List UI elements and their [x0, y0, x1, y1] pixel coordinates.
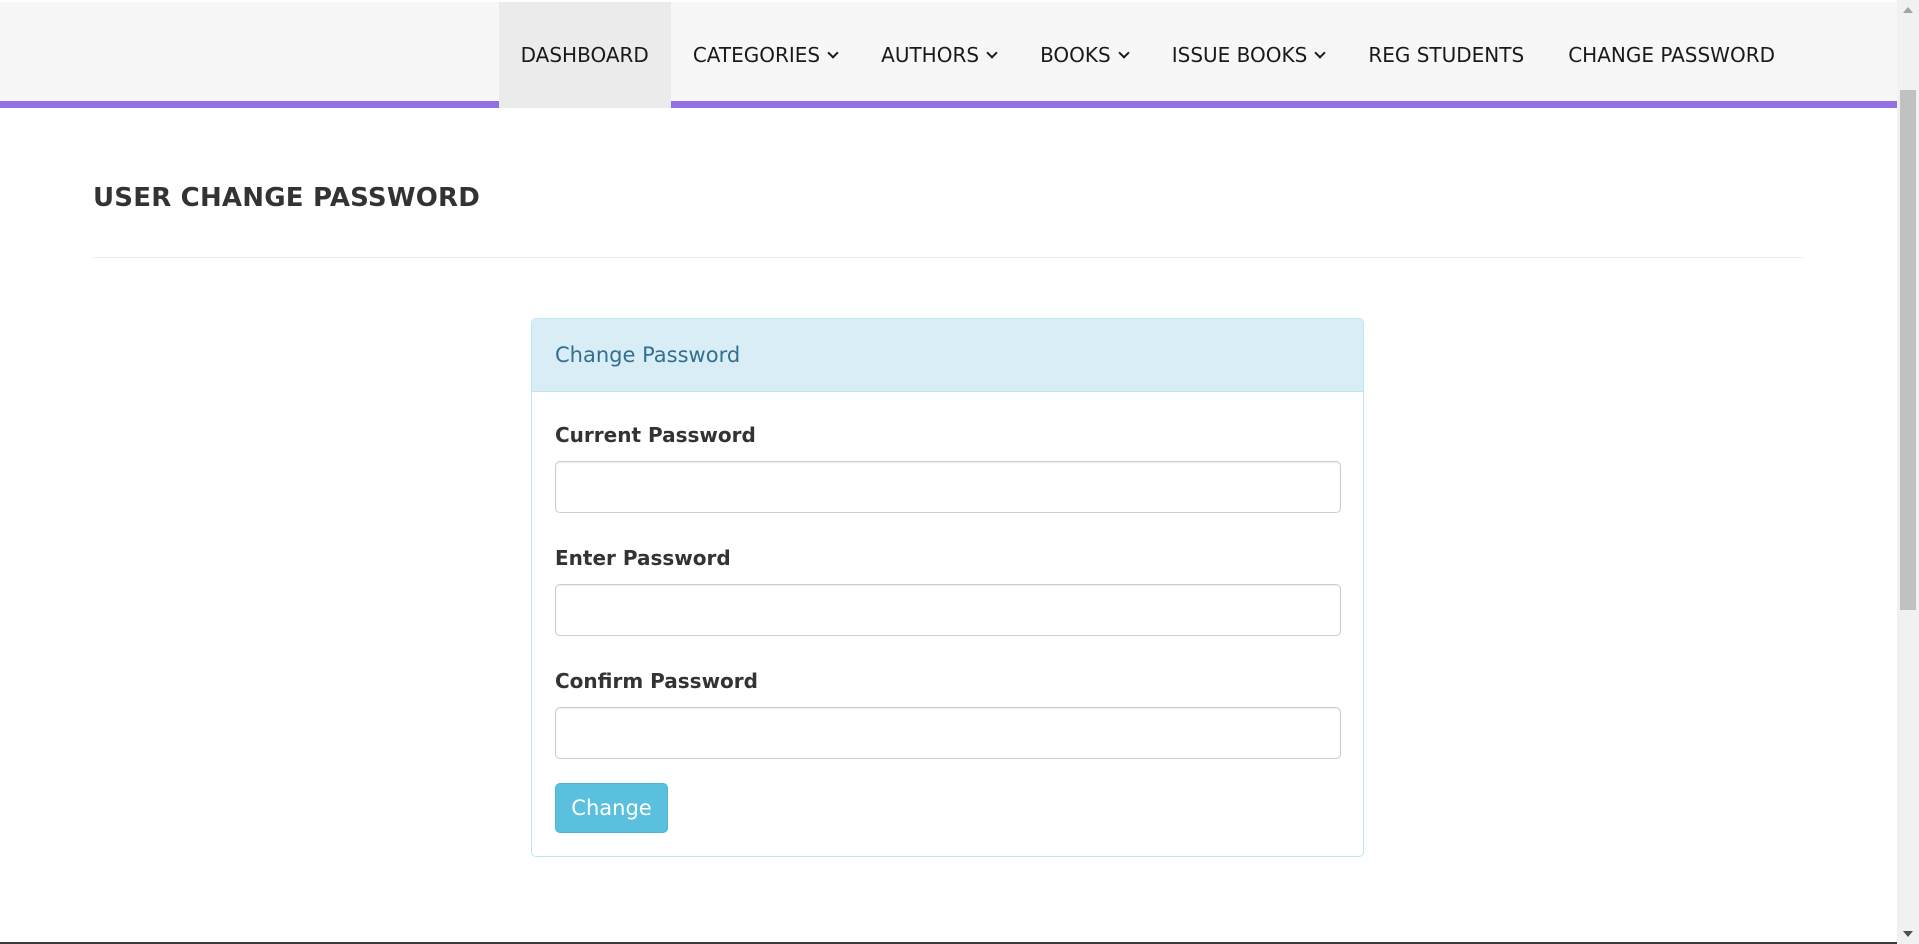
confirm-password-input[interactable]	[555, 707, 1341, 759]
vertical-scrollbar[interactable]	[1897, 0, 1919, 944]
scroll-down-button[interactable]	[1897, 924, 1919, 944]
nav-item-books[interactable]: BOOKS	[1018, 2, 1150, 108]
scrollbar-thumb[interactable]	[1900, 90, 1916, 610]
panel-heading: Change Password	[532, 319, 1363, 392]
current-password-label: Current Password	[555, 423, 756, 447]
new-password-input[interactable]	[555, 584, 1341, 636]
nav-item-issue-books[interactable]: ISSUE BOOKS	[1150, 2, 1347, 108]
header-divider	[93, 257, 1803, 258]
top-navbar: DASHBOARD CATEGORIES AUTHORS BOOKS ISSUE…	[0, 2, 1897, 108]
new-password-label: Enter Password	[555, 546, 731, 570]
chevron-down-icon	[827, 46, 839, 59]
chevron-down-icon	[1118, 46, 1130, 59]
nav-menu: DASHBOARD CATEGORIES AUTHORS BOOKS ISSUE…	[498, 2, 1797, 108]
change-password-panel: Change Password Current Password Enter P…	[531, 318, 1364, 857]
chevron-down-icon	[986, 46, 998, 59]
nav-item-label: DASHBOARD	[520, 43, 649, 67]
nav-item-label: CHANGE PASSWORD	[1568, 43, 1775, 67]
chevron-down-icon	[1314, 46, 1326, 59]
nav-item-dashboard[interactable]: DASHBOARD	[498, 2, 671, 108]
nav-item-label: ISSUE BOOKS	[1171, 43, 1308, 67]
confirm-password-label: Confirm Password	[555, 669, 758, 693]
nav-item-label: BOOKS	[1040, 43, 1111, 67]
page: DASHBOARD CATEGORIES AUTHORS BOOKS ISSUE…	[0, 0, 1897, 944]
arrow-up-icon	[1903, 7, 1913, 13]
nav-item-label: AUTHORS	[881, 43, 980, 67]
scroll-up-button[interactable]	[1897, 0, 1919, 20]
change-button[interactable]: Change	[555, 783, 668, 833]
browser-viewport: DASHBOARD CATEGORIES AUTHORS BOOKS ISSUE…	[0, 0, 1919, 944]
nav-item-reg-students[interactable]: REG STUDENTS	[1346, 2, 1546, 108]
arrow-down-icon	[1903, 931, 1913, 937]
nav-item-label: CATEGORIES	[692, 43, 821, 67]
nav-item-authors[interactable]: AUTHORS	[859, 2, 1018, 108]
current-password-input[interactable]	[555, 461, 1341, 513]
panel-heading-text: Change Password	[555, 343, 741, 367]
nav-item-categories[interactable]: CATEGORIES	[671, 2, 859, 108]
page-title: USER CHANGE PASSWORD	[93, 183, 481, 213]
nav-item-change-password[interactable]: CHANGE PASSWORD	[1546, 2, 1797, 108]
nav-item-label: REG STUDENTS	[1368, 43, 1525, 67]
